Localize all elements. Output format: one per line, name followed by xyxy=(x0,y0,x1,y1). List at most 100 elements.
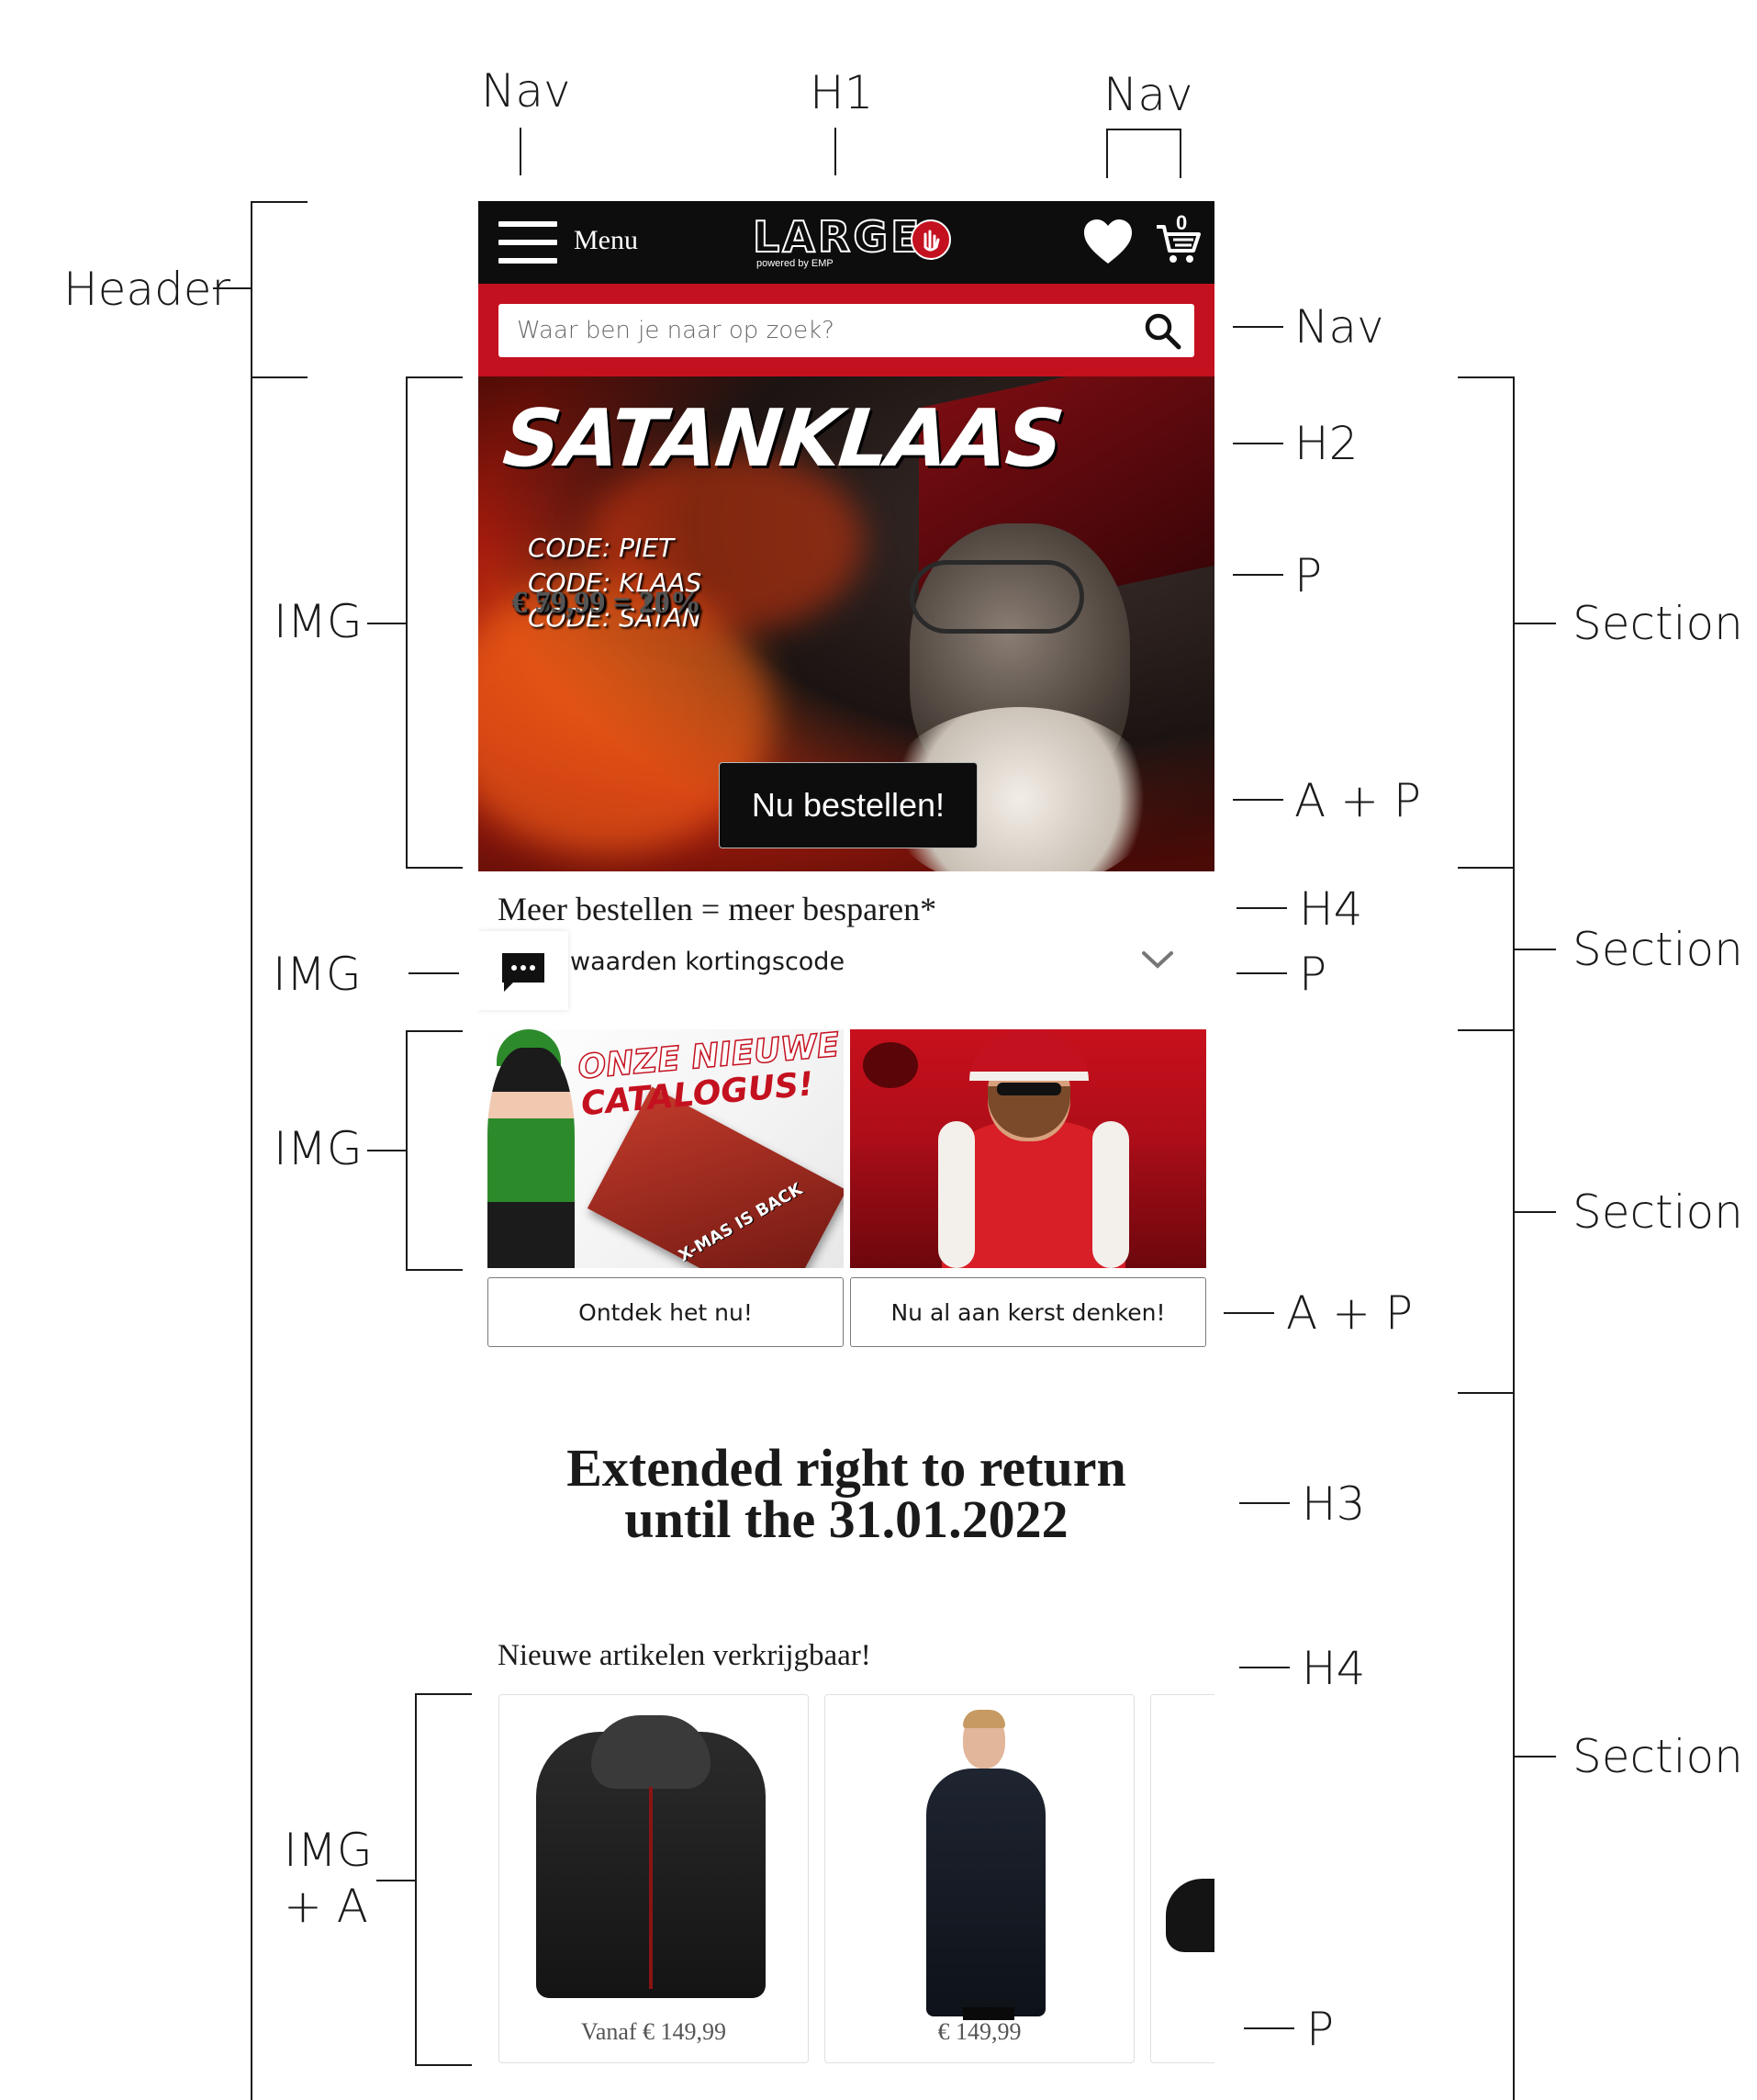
product-card[interactable]: € 149,99 xyxy=(824,1694,1135,2063)
product-price: Vanaf € 149,99 xyxy=(580,2018,727,2045)
annotation-line xyxy=(376,1880,415,1881)
cart-count-badge: 0 xyxy=(1176,211,1188,234)
annotation-h1-top: H1 xyxy=(810,66,874,119)
annotation-header: Header xyxy=(63,263,231,316)
hero-banner[interactable]: SATANKLAAS € 39,99 = 10% CODE: PIET € 59,… xyxy=(478,376,1214,871)
search-input[interactable]: Waar ben je naar op zoek? xyxy=(498,304,1194,357)
annotation-p-hero: P xyxy=(1294,549,1323,602)
annotation-line xyxy=(1239,1502,1290,1504)
annotation-line xyxy=(834,128,836,175)
annotation-rule xyxy=(251,376,252,2100)
chat-button[interactable] xyxy=(478,931,568,1010)
annotation-bracket xyxy=(406,867,463,869)
annotation-bracket xyxy=(1458,1029,1515,1031)
hero-glasses xyxy=(910,560,1084,634)
annotation-bracket xyxy=(415,2064,472,2066)
annotation-h2: H2 xyxy=(1294,417,1359,470)
annotation-h3: H3 xyxy=(1302,1477,1366,1531)
annotation-img-products-a: + A xyxy=(284,1880,368,1933)
chevron-down-icon[interactable] xyxy=(1141,948,1174,973)
product-card[interactable]: Vanaf € 149,99 xyxy=(498,1694,809,2063)
annotation-bracket xyxy=(415,1693,472,1695)
speaker-shape xyxy=(863,1042,918,1088)
annotation-img-tiles: IMG xyxy=(274,1122,363,1175)
hamburger-icon[interactable] xyxy=(498,221,557,264)
annotation-nav-top-left: Nav xyxy=(481,64,571,118)
annotation-a-p-tiles: A + P xyxy=(1286,1286,1414,1340)
annotation-nav-top-right: Nav xyxy=(1103,68,1193,121)
annotation-bracket xyxy=(406,376,408,869)
catalogue-tile-image[interactable]: ONZE NIEUWE CATALOGUS! X-MAS IS BACK xyxy=(487,1029,844,1268)
annotation-line xyxy=(1515,623,1556,624)
search-icon[interactable] xyxy=(1143,311,1181,350)
annotation-section-2: Section xyxy=(1572,923,1743,976)
annotation-bracket xyxy=(1458,376,1515,378)
annotation-line xyxy=(1515,1756,1556,1757)
site-logo[interactable]: LARGE powered by EMP xyxy=(752,210,951,275)
elf-figure xyxy=(487,1048,575,1268)
santa-hat xyxy=(969,1031,1089,1081)
annotation-bracket xyxy=(406,1269,463,1271)
mobile-page: Menu LARGE powered by EMP 0 Waar ben je … xyxy=(478,201,1214,2100)
annotation-h4-new: H4 xyxy=(1302,1642,1366,1695)
hero-offers: € 39,99 = 10% CODE: PIET € 59,99 = 15% COD… xyxy=(511,533,701,637)
annotation-line xyxy=(1224,1312,1274,1314)
menu-label[interactable]: Menu xyxy=(574,225,638,256)
search-placeholder: Waar ben je naar op zoek? xyxy=(517,317,834,344)
logo-wordmark: LARGE xyxy=(752,211,923,263)
annotation-line xyxy=(367,1150,406,1151)
jacket-hood xyxy=(591,1715,711,1789)
annotation-a-p-hero: A + P xyxy=(1294,774,1422,827)
logo-hand-icon xyxy=(911,219,951,260)
boot-image xyxy=(1166,1879,1214,1952)
accordion-label: waarden kortingscode xyxy=(570,948,845,976)
return-heading-line1: Extended right to return xyxy=(566,1438,1126,1498)
product-price: € 149,99 xyxy=(937,2018,1022,2045)
santa-fur-trim xyxy=(1092,1121,1129,1268)
annotation-bracket xyxy=(415,1693,417,2066)
annotation-bracket xyxy=(251,201,252,377)
offer-row: € 79,99 = 20% CODE: SATAN xyxy=(511,586,701,637)
annotation-bracket xyxy=(406,376,463,378)
annotation-line xyxy=(1239,1667,1290,1668)
model-hair xyxy=(963,1710,1005,1728)
annotation-bracket xyxy=(1458,867,1515,869)
annotation-rule xyxy=(1513,376,1515,2100)
annotation-img-chat: IMG xyxy=(273,948,362,1001)
logo-subtitle: powered by EMP xyxy=(756,258,834,269)
annotation-p-price: P xyxy=(1306,2003,1335,2056)
annotation-line xyxy=(367,623,406,624)
annotation-h4-more: H4 xyxy=(1299,882,1363,936)
annotation-img-products: IMG xyxy=(284,1824,373,1877)
annotation-section-3: Section xyxy=(1572,1185,1743,1239)
heart-icon[interactable] xyxy=(1082,218,1134,267)
offer-code: CODE: PIET xyxy=(528,533,675,563)
product-card-partial[interactable] xyxy=(1150,1694,1214,2063)
jacket-zip xyxy=(649,1787,653,1989)
christmas-tile-image[interactable] xyxy=(850,1029,1206,1268)
discover-now-button[interactable]: Ontdek het nu! xyxy=(487,1277,844,1347)
annotation-bracket xyxy=(1106,129,1108,178)
annotation-line xyxy=(1233,799,1283,801)
annotation-bracket xyxy=(1458,1392,1515,1394)
discount-accordion[interactable]: waarden kortingscode xyxy=(478,931,1214,1010)
annotation-line xyxy=(520,128,521,175)
return-heading-line2: until the 31.01.2022 xyxy=(624,1489,1069,1549)
annotation-line xyxy=(1515,949,1556,950)
hero-title: SATANKLAAS xyxy=(498,393,1067,485)
annotation-bracket xyxy=(406,1030,463,1032)
discount-heading: Meer bestellen = meer besparen* xyxy=(498,891,937,927)
annotation-line xyxy=(408,972,459,974)
coat-image xyxy=(926,1769,1046,2016)
chat-icon xyxy=(498,949,548,995)
annotation-line xyxy=(1233,443,1283,444)
annotation-line xyxy=(1237,907,1287,909)
annotation-bracket xyxy=(1180,129,1181,178)
catalogue-tile-headline: ONZE NIEUWE CATALOGUS! xyxy=(576,1029,844,1123)
santa-fur-trim xyxy=(938,1121,975,1268)
annotation-line xyxy=(1237,972,1287,974)
order-now-button[interactable]: Nu bestellen! xyxy=(719,762,978,848)
annotation-bracket xyxy=(406,1030,408,1271)
return-policy-heading: Extended right to return until the 31.01… xyxy=(478,1438,1214,1549)
christmas-button[interactable]: Nu al aan kerst denken! xyxy=(850,1277,1206,1347)
